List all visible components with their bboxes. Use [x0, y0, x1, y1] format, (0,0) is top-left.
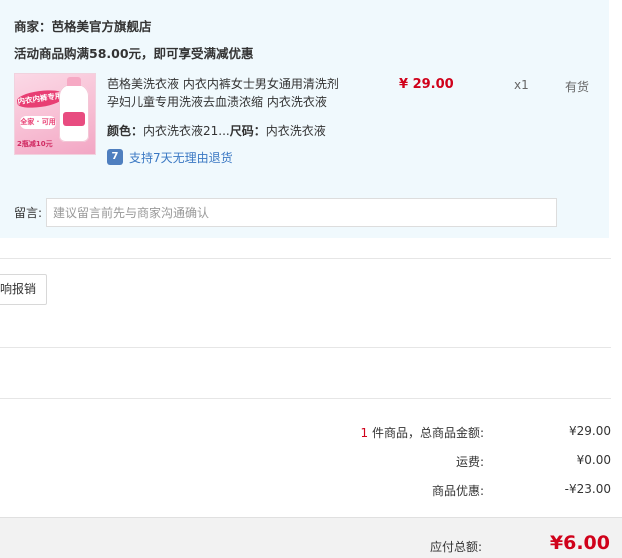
shipping-value: ¥0.00 [576, 453, 611, 467]
message-label: 留言: [14, 206, 43, 220]
divider [0, 258, 611, 259]
message-input[interactable] [46, 198, 557, 227]
shipping-row: 运费: ¥0.00 [0, 453, 611, 471]
divider [0, 347, 611, 348]
promo-notice: 活动商品购满58.00元，即可享受满减优惠 [14, 46, 254, 61]
store-order-panel: 商家：芭格美官方旗舰店 活动商品购满58.00元，即可享受满减优惠 内衣内裤专用… [0, 0, 609, 238]
payable-total-value: ¥6.00 [549, 532, 610, 554]
store-name: 商家：芭格美官方旗舰店 [14, 16, 152, 35]
product-quantity: x1 [514, 78, 529, 92]
thumbnail-badge: 内衣内裤专用 [16, 87, 64, 111]
discount-value: -¥23.00 [564, 482, 611, 496]
store-link[interactable]: 芭格美官方旗舰店 [52, 19, 152, 34]
discount-label: 商品优惠: [431, 484, 484, 498]
item-count-suffix: 件商品，总商品金额: [368, 426, 484, 440]
color-value: 内衣洗衣液21... [143, 124, 230, 138]
thumbnail-offer: 2瓶减10元 [17, 140, 53, 148]
item-count: 1 [360, 426, 369, 440]
product-price: ¥ 29.00 [399, 77, 454, 92]
reimburse-button[interactable]: 响报销 [0, 274, 47, 305]
payable-total-label: 应付总额: [429, 540, 482, 554]
product-spec: 颜色：内衣洗衣液21...尺码：内衣洗衣液 [107, 122, 326, 139]
color-label: 颜色： [107, 124, 144, 138]
size-value: 内衣洗衣液 [265, 124, 326, 138]
size-label: 尺码： [229, 124, 266, 138]
goods-total-value: ¥29.00 [569, 424, 611, 438]
discount-row: 商品优惠: -¥23.00 [0, 482, 611, 500]
order-confirm-page: 商家：芭格美官方旗舰店 活动商品购满58.00元，即可享受满减优惠 内衣内裤专用… [0, 0, 622, 558]
product-title-link[interactable]: 芭格美洗衣液 内衣内裤女士男女通用清洗剂孕妇儿童专用洗液去血渍浓缩 内衣洗衣液 [107, 75, 347, 111]
goods-total-label: 1 件商品，总商品金额: [361, 424, 485, 441]
goods-total-row: 1 件商品，总商品金额: ¥29.00 [0, 424, 612, 442]
payable-total-bar: 应付总额: ¥6.00 [0, 517, 622, 558]
return-policy[interactable]: 7 支持7天无理由退货 [107, 148, 233, 166]
return-policy-text: 支持7天无理由退货 [129, 150, 233, 165]
return-7day-icon: 7 [107, 149, 123, 165]
thumbnail-tag: 全家 · 可用 [20, 116, 56, 129]
store-label: 商家： [14, 19, 52, 34]
bottle-illustration [59, 77, 89, 142]
product-thumbnail[interactable]: 内衣内裤专用 全家 · 可用 2瓶减10元 [14, 73, 96, 155]
shipping-label: 运费: [455, 455, 484, 469]
stock-status: 有货 [565, 80, 590, 94]
divider [0, 398, 611, 399]
